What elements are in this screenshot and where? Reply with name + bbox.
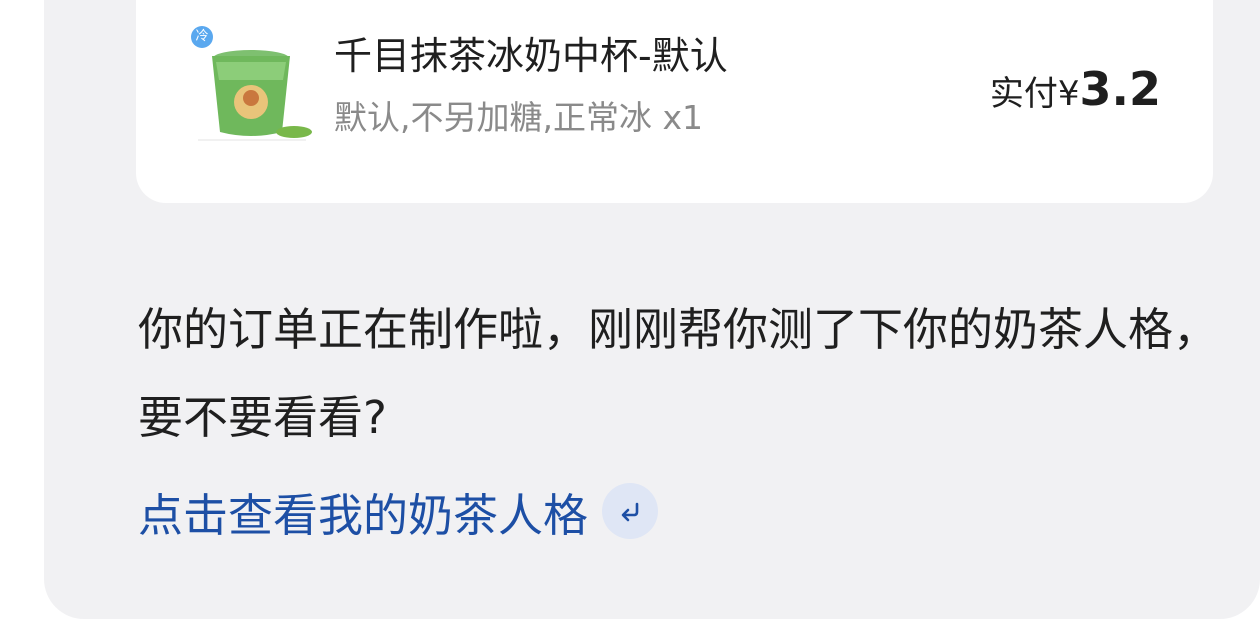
- message-text: 你的订单正在制作啦，刚刚帮你测了下你的奶茶人格，要不要看看?: [138, 303, 1219, 444]
- matcha-drink-icon: [198, 50, 312, 141]
- cold-tag: 冷: [191, 26, 213, 48]
- price-currency: ¥: [1057, 74, 1080, 114]
- personality-link[interactable]: 点击查看我的奶茶人格: [138, 476, 659, 546]
- product-image: [188, 40, 314, 150]
- personality-link-text[interactable]: 点击查看我的奶茶人格: [138, 479, 588, 544]
- product-spec: 默认,不另加糖,正常冰 x1: [334, 98, 703, 137]
- enter-arrow-icon[interactable]: [602, 483, 659, 539]
- product-name: 千目抹茶冰奶中杯-默认: [334, 34, 728, 78]
- assistant-message-bubble: 冷 千目抹茶冰奶中杯-默认 默认,不另加糖,正常冰 x1 实付¥3.2 你的订单…: [44, 0, 1260, 619]
- paid-price: 实付¥3.2: [990, 62, 1161, 116]
- price-label: 实付: [989, 74, 1058, 114]
- order-card[interactable]: 冷 千目抹茶冰奶中杯-默认 默认,不另加糖,正常冰 x1 实付¥3.2: [136, 0, 1213, 203]
- price-value: 3.2: [1079, 62, 1162, 116]
